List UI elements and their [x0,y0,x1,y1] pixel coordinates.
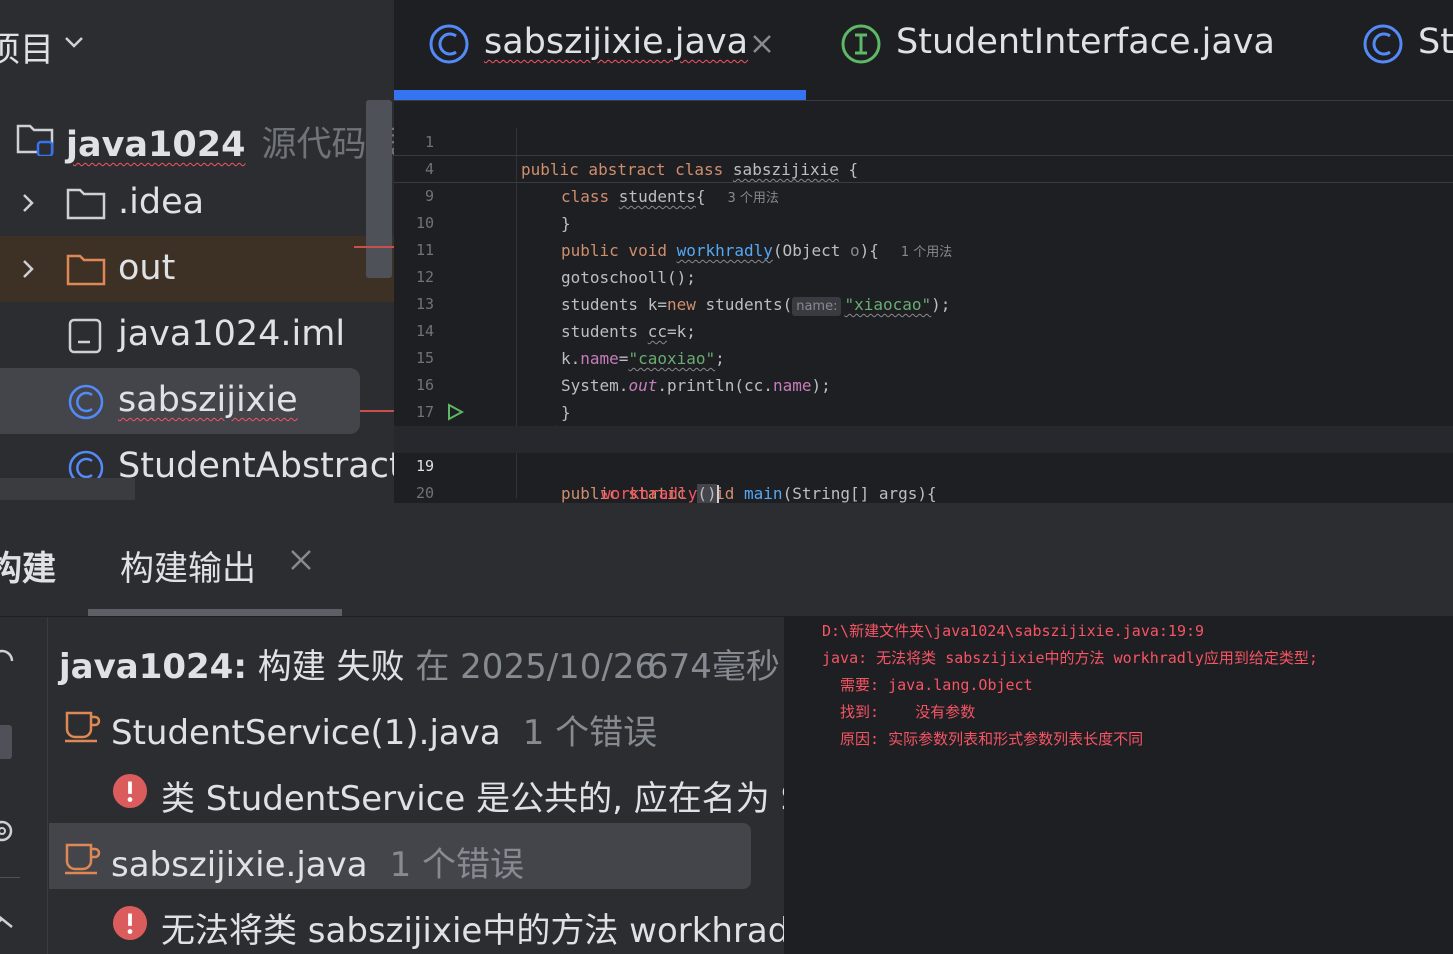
build-project: java1024: [59,647,247,687]
build-tabs: 构建 构建输出 [0,503,1453,617]
console-line: 需要: java.lang.Object [822,676,1033,694]
tab-build-output[interactable]: 构建输出 [120,541,256,590]
run-icon[interactable] [446,403,464,421]
excluded-folder-icon [66,254,106,286]
tree-item-label: java1024.iml [118,314,346,354]
build-summary[interactable]: java1024: 构建 失败 在 2025/10/26 674毫秒 [49,625,784,691]
project-header[interactable]: 项目 [0,0,394,88]
root-name: java1024 [66,125,246,165]
code-line[interactable]: 9 } [394,156,1453,233]
toolbar-divider [0,877,20,878]
project-panel: 项目 java1024源代码根目 .idea out java1024.iml … [0,0,394,503]
build-file-row[interactable]: sabszijixie.java 1 个错误 [49,823,751,889]
close-icon[interactable] [288,547,314,573]
gear-icon[interactable] [0,817,16,845]
project-title: 项目 [0,30,54,70]
tree-item-label: .idea [118,182,205,222]
console-line[interactable]: D:\新建文件夹\java1024\sabszijixie.java:19:9 [822,618,1204,645]
chevron-down-icon[interactable] [60,28,88,56]
tree-item-out[interactable]: out [0,236,394,302]
code-line[interactable]: 20 } [394,453,1453,502]
tree-item-label: sabszijixie [118,380,298,420]
build-console[interactable]: D:\新建文件夹\java1024\sabszijixie.java:19:9 … [784,617,1453,954]
code-line[interactable]: 15 System.out.println(cc.name); [394,318,1453,395]
vertical-scrollbar[interactable] [366,100,392,278]
tree-item-idea[interactable]: .idea [0,170,394,236]
class-icon [429,24,469,64]
console-line: 找到: 没有参数 [822,703,976,721]
java-file-icon [65,711,101,743]
error-count: 1 个错误 [389,845,525,885]
tab-sabszijixie[interactable]: sabszijixie.java [428,0,808,92]
stop-icon[interactable] [0,725,12,759]
code-line[interactable]: 12 students k=new students(name: "xiaocao… [394,237,1453,316]
folder-icon [66,188,106,220]
build-message-row[interactable]: 无法将类 sabszijixie中的方法 workhradly, [49,889,784,954]
build-panel: 构建 构建输出 java1024: 构建 失败 在 2025/10/26 674… [0,503,1453,954]
error-count: 1 个错误 [522,713,658,753]
class-icon [68,384,104,420]
build-message-row[interactable]: 类 StudentService 是公共的, 应在名为 Stu [49,757,784,823]
code-line-current[interactable]: 19 workhradly() [394,426,1453,503]
tab-label: St [1418,22,1453,62]
error-message: 无法将类 sabszijixie中的方法 workhradly, [161,911,784,951]
code-line[interactable]: 4 class students{3 个用法 [394,129,1453,206]
horizontal-scrollbar[interactable] [0,478,135,500]
chevron-right-icon[interactable] [14,255,42,283]
tree-item-iml[interactable]: java1024.iml [0,302,394,368]
build-toolbar [0,617,48,954]
interface-icon [841,24,881,64]
tree-item-root[interactable]: java1024源代码根目 [0,104,394,170]
code-line[interactable]: 10 public void workhradly(Object o){1 个用… [394,183,1453,260]
tab-studentinterface[interactable]: StudentInterface.java [840,0,1275,92]
error-marker [354,246,394,248]
error-icon [112,905,148,941]
chevron-right-icon[interactable] [14,189,42,217]
code-line[interactable]: 14 k.name="caoxiao"; [394,291,1453,368]
code-line[interactable]: 21 } [394,480,1453,503]
tab-label: sabszijixie.java [484,22,749,62]
close-icon[interactable] [750,32,774,56]
active-tab-indicator [394,90,806,100]
build-title: 构建 [0,549,56,589]
code-line[interactable]: 11 gotoschooll(); [394,210,1453,287]
build-file-name: StudentService(1).java [111,713,501,753]
error-message: 类 StudentService 是公共的, 应在名为 Stu [161,779,784,819]
code-line[interactable]: 1 public abstract class sabszijixie { [394,102,1453,179]
console-line: 原因: 实际参数列表和形式参数列表长度不同 [822,730,1144,748]
java-file-icon [65,843,101,875]
tab-label: StudentInterface.java [896,22,1275,62]
rerun-icon[interactable] [0,647,16,675]
error-icon [112,773,148,809]
code-line[interactable]: 18 public static void main(String[] args… [394,399,1453,503]
filter-icon[interactable] [0,905,16,933]
build-tree: java1024: 构建 失败 在 2025/10/26 674毫秒 Stude… [49,617,784,954]
build-time: 在 2025/10/26 [404,647,657,687]
code-line[interactable]: 17 [394,372,1453,421]
tree-item-sabszijixie[interactable]: sabszijixie [0,368,360,434]
tree-item-label: StudentAbstract [118,446,394,486]
class-icon [1363,24,1403,64]
console-line: java: 无法将类 sabszijixie中的方法 workhradly应用到… [822,649,1318,667]
build-file-name: sabszijixie.java [111,845,368,885]
build-file-row[interactable]: StudentService(1).java 1 个错误 [49,691,784,757]
tab-st[interactable]: St [1362,0,1453,92]
code-line[interactable]: 16 } [394,345,1453,422]
build-duration: 674毫秒 [647,647,780,687]
code-editor[interactable]: 1 public abstract class sabszijixie { 4 … [394,101,1453,503]
module-file-icon [68,318,102,354]
module-folder-icon [16,124,54,156]
build-status: 构建 失败 [246,647,405,687]
error-marker [360,410,394,412]
code-line[interactable]: 13 students cc=k; [394,264,1453,341]
editor-tabs: sabszijixie.java StudentInterface.java S… [394,0,1453,101]
tree-item-label: out [118,248,176,288]
